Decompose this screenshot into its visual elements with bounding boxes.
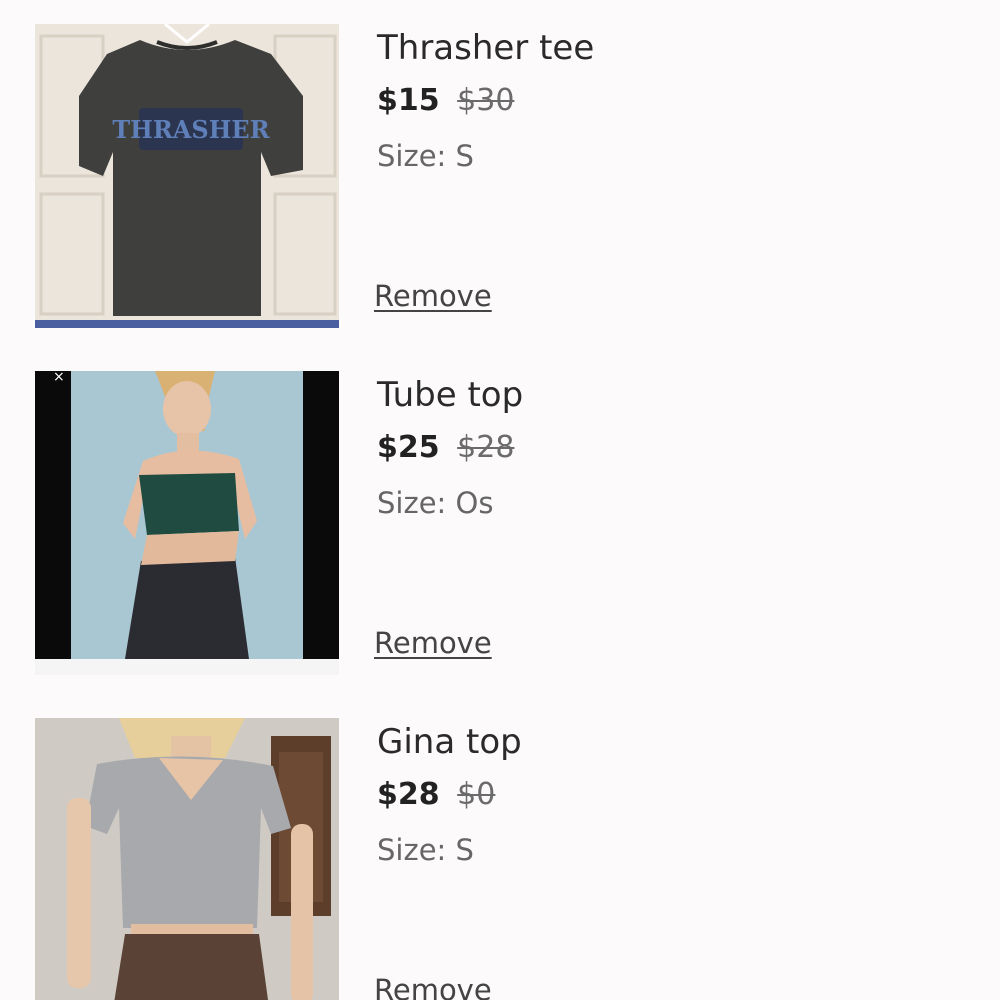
cart-item: × Tube top $25 $28 Size: Os Remove: [0, 347, 1000, 693]
product-image-gina-top[interactable]: [35, 718, 339, 1000]
size-label: Size: S: [377, 139, 474, 173]
price-row: $15 $30: [377, 83, 514, 118]
price-row: $28 $0: [377, 777, 495, 812]
product-title[interactable]: Gina top: [377, 722, 522, 762]
cart-item: Gina top $28 $0 Size: S Remove: [0, 694, 1000, 1000]
original-price: $0: [457, 777, 496, 812]
size-label: Size: S: [377, 833, 474, 867]
product-title[interactable]: Tube top: [377, 375, 523, 415]
svg-text:×: ×: [53, 371, 65, 385]
sale-price: $28: [377, 777, 440, 812]
cart-item: THRASHER Thrasher tee $15 $30 Size: S Re…: [0, 0, 1000, 346]
thrasher-tshirt-photo: THRASHER: [35, 24, 339, 328]
remove-button[interactable]: Remove: [374, 973, 492, 1000]
product-image-tube-top[interactable]: ×: [35, 371, 339, 675]
remove-button[interactable]: Remove: [374, 626, 492, 660]
green-tube-top-photo: ×: [35, 371, 339, 675]
svg-text:THRASHER: THRASHER: [112, 115, 270, 144]
product-title[interactable]: Thrasher tee: [377, 28, 594, 68]
product-image-thrasher-tee[interactable]: THRASHER: [35, 24, 339, 328]
sale-price: $15: [377, 83, 440, 118]
sale-price: $25: [377, 430, 440, 465]
price-row: $25 $28: [377, 430, 514, 465]
grey-gina-top-photo: [35, 718, 339, 1000]
size-label: Size: Os: [377, 486, 494, 520]
remove-button[interactable]: Remove: [374, 279, 492, 313]
cart-item-list: THRASHER Thrasher tee $15 $30 Size: S Re…: [0, 0, 1000, 1000]
original-price: $28: [457, 430, 515, 465]
original-price: $30: [457, 83, 515, 118]
